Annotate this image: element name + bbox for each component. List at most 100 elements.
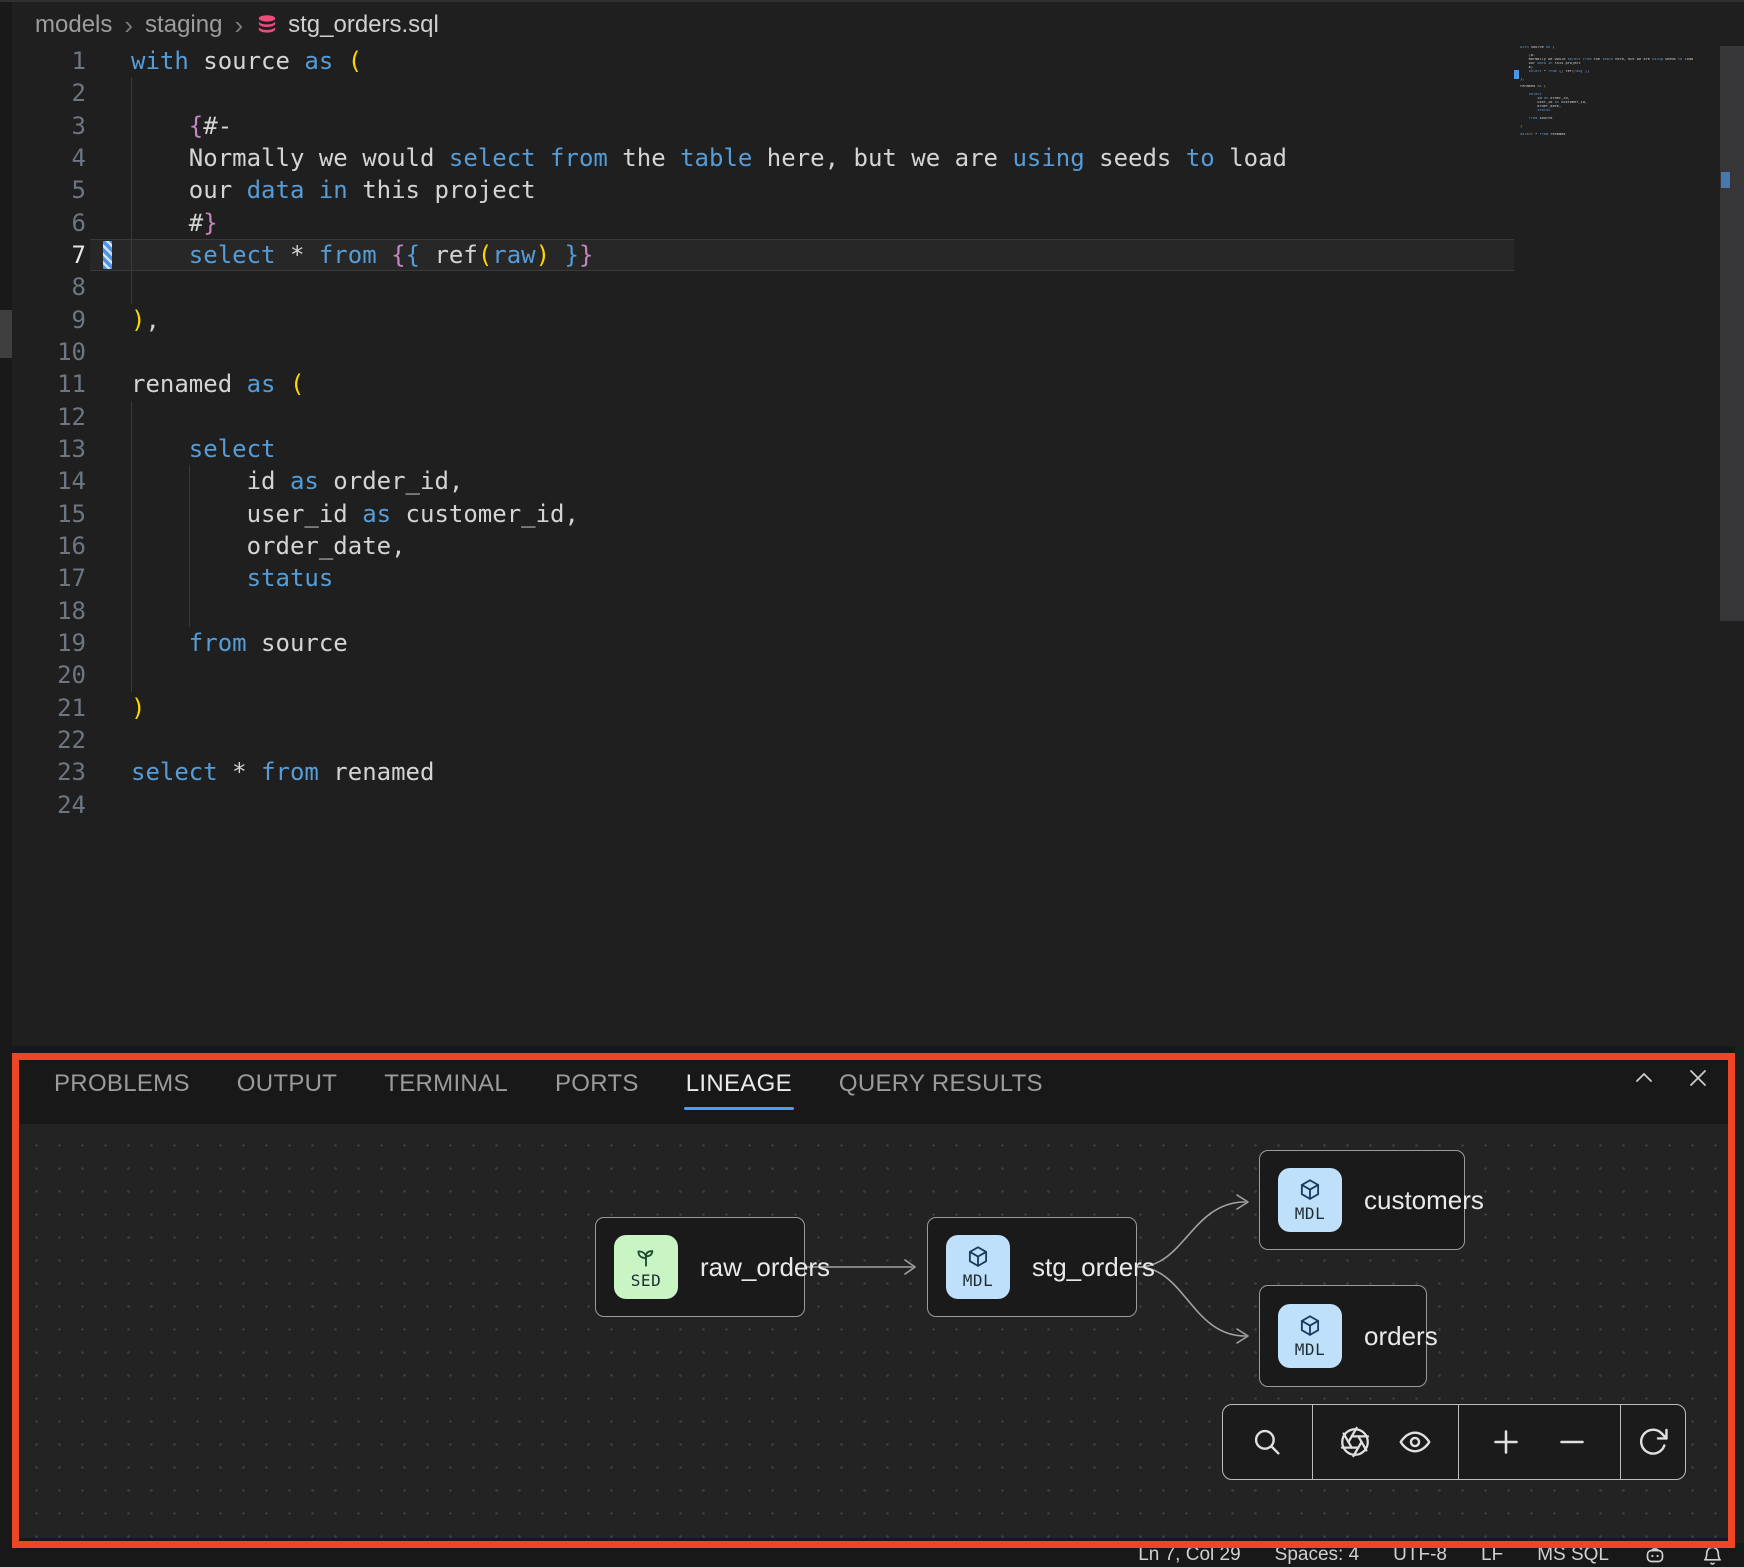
node-badge: MDL bbox=[946, 1235, 1010, 1299]
indent-guide bbox=[189, 595, 190, 627]
search-button[interactable] bbox=[1250, 1425, 1284, 1459]
line-number[interactable]: 7 bbox=[12, 239, 86, 271]
line-number[interactable]: 11 bbox=[12, 368, 86, 400]
indent-guide bbox=[131, 401, 132, 433]
line-number[interactable]: 21 bbox=[12, 692, 86, 724]
eye-button[interactable] bbox=[1397, 1424, 1433, 1460]
minimap[interactable]: with source as ( {#- Normally we would s… bbox=[1520, 46, 1706, 141]
chevron-up-icon[interactable] bbox=[1632, 1066, 1656, 1090]
indent-guide bbox=[131, 595, 132, 627]
line-number[interactable]: 22 bbox=[12, 724, 86, 756]
line-number[interactable]: 4 bbox=[12, 142, 86, 174]
code-line-24[interactable]: 24 bbox=[12, 789, 1744, 821]
refresh-button[interactable] bbox=[1636, 1425, 1670, 1459]
aperture-button[interactable] bbox=[1338, 1425, 1372, 1459]
status-item-lf[interactable]: LF bbox=[1481, 1544, 1503, 1566]
code-line-17[interactable]: 17 status bbox=[12, 562, 1744, 594]
line-number[interactable]: 18 bbox=[12, 595, 86, 627]
code-line-7[interactable]: 7 select * from {{ ref(raw) }} bbox=[12, 239, 1744, 271]
line-number[interactable]: 1 bbox=[12, 45, 86, 77]
code-text: ) bbox=[131, 692, 145, 724]
code-line-5[interactable]: 5 our data in this project bbox=[12, 174, 1744, 206]
lineage-node-customers[interactable]: MDLcustomers bbox=[1259, 1150, 1465, 1250]
code-line-20[interactable]: 20 bbox=[12, 659, 1744, 691]
code-line-14[interactable]: 14 id as order_id, bbox=[12, 465, 1744, 497]
code-editor[interactable]: 1with source as (23 {#-4 Normally we wou… bbox=[12, 45, 1744, 821]
lineage-node-raw_orders[interactable]: SEDraw_orders bbox=[595, 1217, 805, 1317]
code-line-4[interactable]: 4 Normally we would select from the tabl… bbox=[12, 142, 1744, 174]
code-text: Normally we would select from the table … bbox=[131, 142, 1287, 174]
line-number[interactable]: 23 bbox=[12, 756, 86, 788]
editor-scrollbar[interactable] bbox=[1720, 46, 1744, 621]
code-line-6[interactable]: 6 #} bbox=[12, 207, 1744, 239]
close-icon[interactable] bbox=[1686, 1066, 1710, 1090]
node-label: raw_orders bbox=[700, 1252, 830, 1283]
lineage-canvas[interactable]: SEDraw_ordersMDLstg_ordersMDLcustomersMD… bbox=[19, 1124, 1728, 1538]
status-item-spaces-4[interactable]: Spaces: 4 bbox=[1275, 1544, 1360, 1566]
code-line-16[interactable]: 16 order_date, bbox=[12, 530, 1744, 562]
bell-icon[interactable] bbox=[1701, 1544, 1724, 1567]
window-top-border bbox=[0, 0, 1744, 2]
breadcrumb-item-file[interactable]: stg_orders.sql bbox=[255, 11, 439, 39]
cube-icon bbox=[1297, 1313, 1323, 1339]
status-item-utf-8[interactable]: UTF-8 bbox=[1393, 1544, 1447, 1566]
code-line-3[interactable]: 3 {#- bbox=[12, 110, 1744, 142]
panel-tab-query-results[interactable]: QUERY RESULTS bbox=[839, 1060, 1043, 1112]
line-number[interactable]: 8 bbox=[12, 271, 86, 303]
zoom-in-button[interactable] bbox=[1488, 1424, 1524, 1460]
code-line-10[interactable]: 10 bbox=[12, 336, 1744, 368]
panel-tab-output[interactable]: OUTPUT bbox=[237, 1060, 337, 1112]
line-number[interactable]: 10 bbox=[12, 336, 86, 368]
line-number[interactable]: 5 bbox=[12, 174, 86, 206]
activity-bar-item[interactable] bbox=[0, 310, 12, 358]
aperture-icon bbox=[1338, 1425, 1372, 1459]
copilot-icon[interactable] bbox=[1643, 1543, 1667, 1567]
lineage-node-orders[interactable]: MDLorders bbox=[1259, 1285, 1427, 1387]
zoom-out-button[interactable] bbox=[1554, 1424, 1590, 1460]
breadcrumb-item-staging[interactable]: staging bbox=[145, 11, 222, 39]
line-number[interactable]: 9 bbox=[12, 304, 86, 336]
code-text: our data in this project bbox=[131, 174, 536, 206]
status-item-ms-sql[interactable]: MS SQL bbox=[1537, 1544, 1609, 1566]
status-item-ln-7-col-29[interactable]: Ln 7, Col 29 bbox=[1138, 1544, 1240, 1566]
code-line-9[interactable]: 9), bbox=[12, 304, 1744, 336]
line-number[interactable]: 16 bbox=[12, 530, 86, 562]
panel-tab-lineage[interactable]: LINEAGE bbox=[686, 1060, 792, 1112]
node-label: orders bbox=[1364, 1321, 1438, 1352]
line-number[interactable]: 14 bbox=[12, 465, 86, 497]
code-text: {#- bbox=[131, 110, 232, 142]
breadcrumb-item-models[interactable]: models bbox=[35, 11, 112, 39]
code-line-1[interactable]: 1with source as ( bbox=[12, 45, 1744, 77]
code-line-21[interactable]: 21) bbox=[12, 692, 1744, 724]
code-line-19[interactable]: 19 from source bbox=[12, 627, 1744, 659]
code-line-8[interactable]: 8 bbox=[12, 271, 1744, 303]
line-number[interactable]: 20 bbox=[12, 659, 86, 691]
line-number[interactable]: 15 bbox=[12, 498, 86, 530]
line-number[interactable]: 13 bbox=[12, 433, 86, 465]
badge-label: MDL bbox=[1295, 1340, 1325, 1359]
code-line-15[interactable]: 15 user_id as customer_id, bbox=[12, 498, 1744, 530]
line-number[interactable]: 19 bbox=[12, 627, 86, 659]
code-line-13[interactable]: 13 select bbox=[12, 433, 1744, 465]
line-number[interactable]: 12 bbox=[12, 401, 86, 433]
code-text: select * from {{ ref(raw) }} bbox=[131, 239, 593, 271]
node-badge: MDL bbox=[1278, 1168, 1342, 1232]
toolbar-segment bbox=[1621, 1405, 1685, 1479]
line-number[interactable]: 2 bbox=[12, 77, 86, 109]
line-number[interactable]: 6 bbox=[12, 207, 86, 239]
code-line-22[interactable]: 22 bbox=[12, 724, 1744, 756]
code-line-23[interactable]: 23select * from renamed bbox=[12, 756, 1744, 788]
lineage-node-stg_orders[interactable]: MDLstg_orders bbox=[927, 1217, 1137, 1317]
line-number[interactable]: 3 bbox=[12, 110, 86, 142]
panel-tab-ports[interactable]: PORTS bbox=[555, 1060, 639, 1112]
panel-tab-problems[interactable]: PROBLEMS bbox=[54, 1060, 190, 1112]
code-line-2[interactable]: 2 bbox=[12, 77, 1744, 109]
panel-tab-terminal[interactable]: TERMINAL bbox=[384, 1060, 508, 1112]
indent-guide bbox=[131, 659, 132, 691]
line-number[interactable]: 17 bbox=[12, 562, 86, 594]
code-line-12[interactable]: 12 bbox=[12, 401, 1744, 433]
code-line-11[interactable]: 11renamed as ( bbox=[12, 368, 1744, 400]
line-number[interactable]: 24 bbox=[12, 789, 86, 821]
code-line-18[interactable]: 18 bbox=[12, 595, 1744, 627]
toolbar-segment bbox=[1313, 1405, 1459, 1479]
